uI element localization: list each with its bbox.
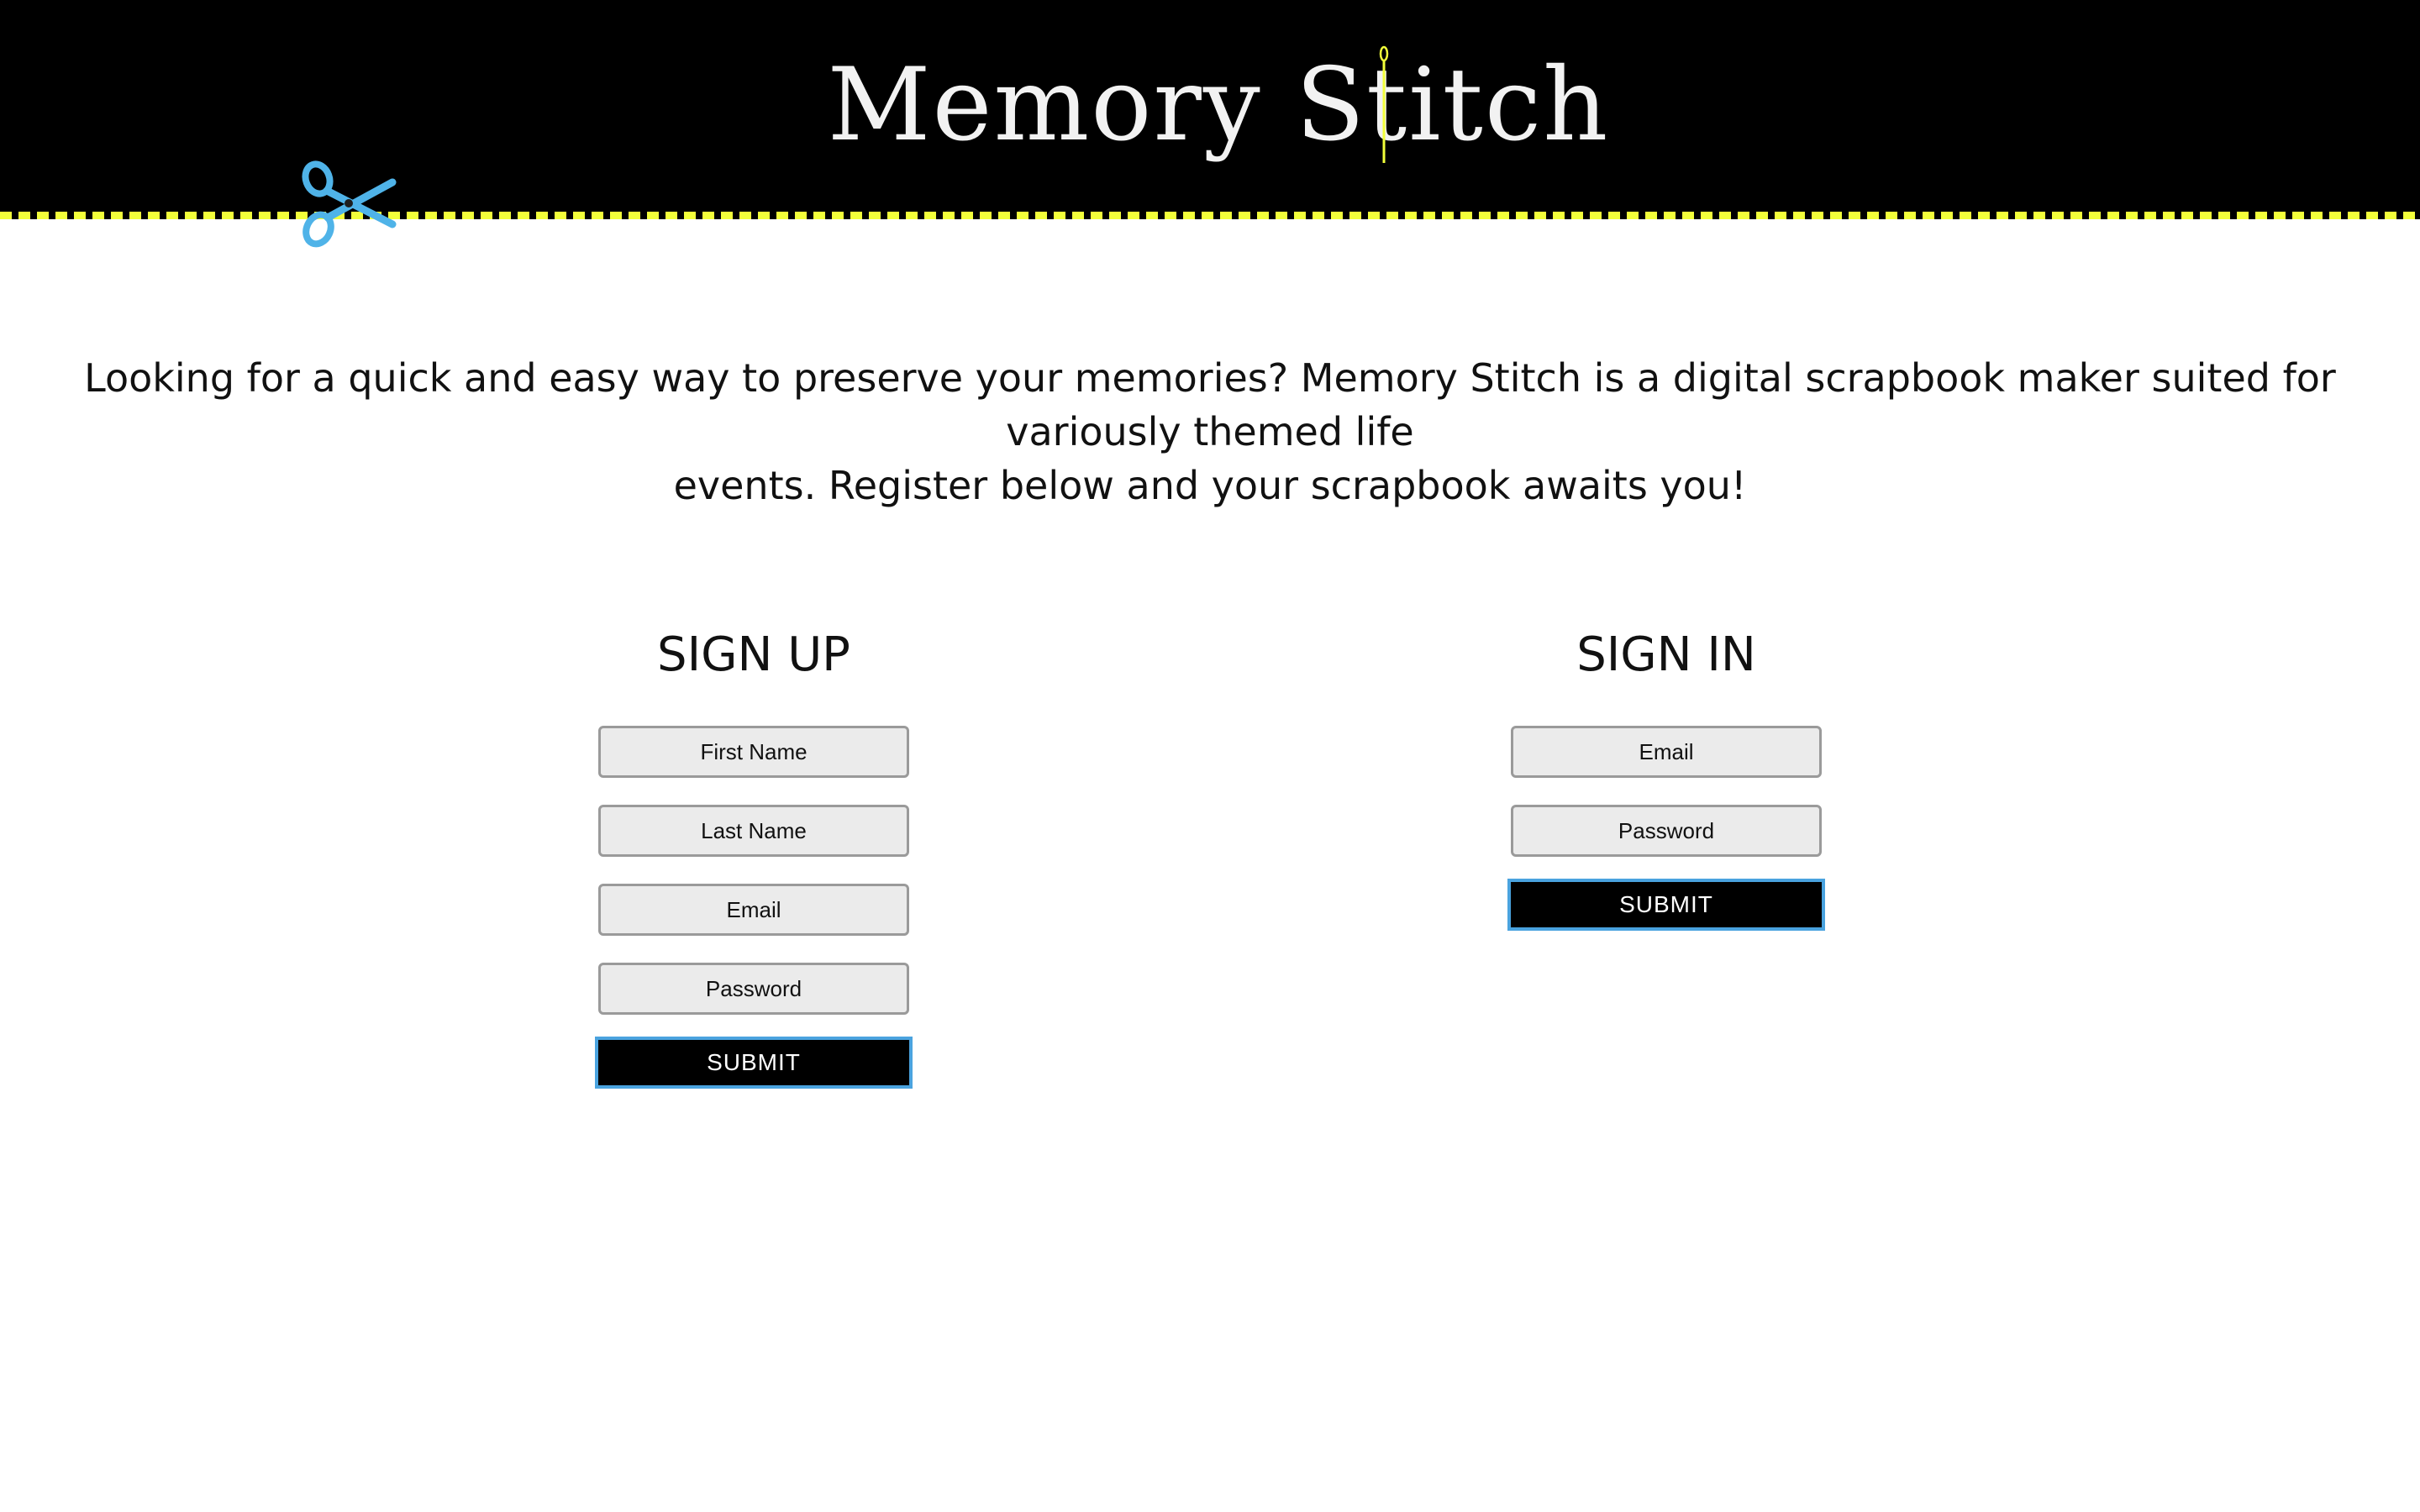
signin-password-field[interactable] [1511,805,1822,857]
signin-form: SIGN IN SUBMIT [1507,622,1826,931]
last-name-field[interactable] [598,805,909,857]
first-name-field[interactable] [598,726,909,778]
signin-submit-button[interactable]: SUBMIT [1507,879,1825,931]
logo-text: Memory Stitch [827,46,1610,164]
intro-line-2: events. Register below and your scrapboo… [673,463,1747,508]
scissors-icon [302,160,397,248]
signup-password-field[interactable] [598,963,909,1015]
intro-line-1: Looking for a quick and easy way to pres… [84,355,2336,454]
signup-email-field[interactable] [598,884,909,936]
signup-submit-button[interactable]: SUBMIT [595,1037,913,1089]
signin-email-field[interactable] [1511,726,1822,778]
signup-form: SIGN UP SUBMIT [594,622,913,1089]
intro-text: Looking for a quick and easy way to pres… [0,351,2420,512]
signin-title: SIGN IN [1576,627,1756,682]
logo: Memory Stitch [828,34,1608,176]
signup-title: SIGN UP [657,627,850,682]
needle-icon [1379,45,1389,163]
